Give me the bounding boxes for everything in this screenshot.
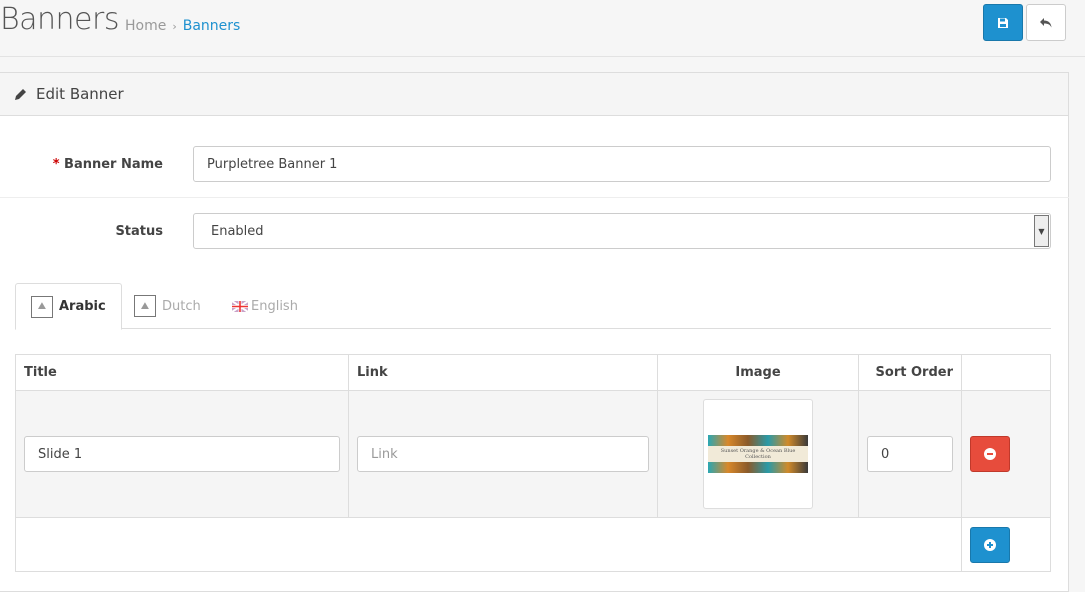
- slide-title-input[interactable]: Slide 1: [24, 436, 340, 472]
- page-title: Banners: [0, 2, 119, 37]
- column-sort-order: Sort Order: [858, 354, 962, 391]
- breadcrumb-home[interactable]: Home: [125, 18, 166, 34]
- column-action: [961, 354, 1051, 391]
- tab-dutch[interactable]: ⛰ Dutch: [119, 283, 216, 329]
- banner-image: Sunset Orange & Ocean Blue Collection: [708, 435, 808, 473]
- uk-flag-icon: [232, 300, 248, 312]
- status-label: Status: [115, 224, 163, 239]
- column-title: Title: [15, 354, 349, 391]
- image-placeholder-icon: ⛰: [134, 295, 156, 317]
- tab-english[interactable]: English: [217, 283, 313, 329]
- slide-image-thumbnail[interactable]: Sunset Orange & Ocean Blue Collection: [703, 399, 813, 509]
- save-button[interactable]: [983, 4, 1023, 41]
- table-row: Slide 1 Link Sunset Orange & Ocean Blue …: [15, 390, 1051, 518]
- column-link: Link: [348, 354, 658, 391]
- language-tabs: ⛰ Arabic ⛰ Dutch English: [15, 283, 1051, 330]
- remove-slide-button[interactable]: [970, 436, 1010, 472]
- banner-name-input[interactable]: Purpletree Banner 1: [193, 146, 1051, 182]
- reply-icon: [1040, 17, 1052, 27]
- minus-circle-icon: [984, 448, 996, 460]
- panel-heading: Edit Banner: [0, 73, 1068, 116]
- breadcrumb-banners[interactable]: Banners: [183, 18, 241, 34]
- back-button[interactable]: [1026, 4, 1066, 41]
- slide-link-input[interactable]: Link: [357, 436, 649, 472]
- banner-name-row: * Banner Name Purpletree Banner 1: [0, 140, 1069, 192]
- pencil-icon: [15, 88, 26, 100]
- sort-order-input[interactable]: 0: [867, 436, 953, 472]
- banner-name-label: * Banner Name: [52, 157, 163, 172]
- breadcrumb: Home › Banners: [125, 18, 240, 34]
- plus-circle-icon: [984, 538, 996, 551]
- breadcrumb-separator: ›: [172, 20, 177, 33]
- chevron-down-icon[interactable]: ▼: [1034, 215, 1049, 247]
- save-icon: [998, 17, 1008, 28]
- image-placeholder-icon: ⛰: [31, 295, 53, 318]
- status-row: Status Enabled ▼: [0, 207, 1069, 259]
- status-value: Enabled: [211, 223, 264, 239]
- panel-title: Edit Banner: [36, 85, 124, 103]
- add-slide-button[interactable]: [970, 526, 1010, 563]
- status-select[interactable]: Enabled ▼: [193, 213, 1051, 249]
- page-header: Banners Home › Banners: [0, 0, 1085, 57]
- column-image: Image: [657, 354, 859, 391]
- banner-images-table: Title Link Image Sort Order Slide 1 Link…: [15, 354, 1051, 572]
- tab-arabic[interactable]: ⛰ Arabic: [15, 283, 122, 330]
